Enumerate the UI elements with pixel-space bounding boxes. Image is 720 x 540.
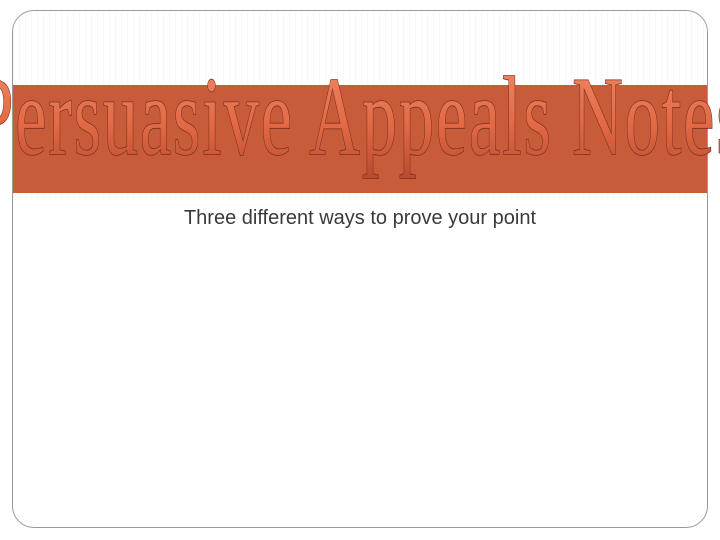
slide: Three different ways to prove your point… <box>0 0 720 540</box>
title-band <box>13 85 707 193</box>
slide-subtitle: Three different ways to prove your point <box>13 207 707 230</box>
slide-frame: Three different ways to prove your point <box>12 10 708 528</box>
